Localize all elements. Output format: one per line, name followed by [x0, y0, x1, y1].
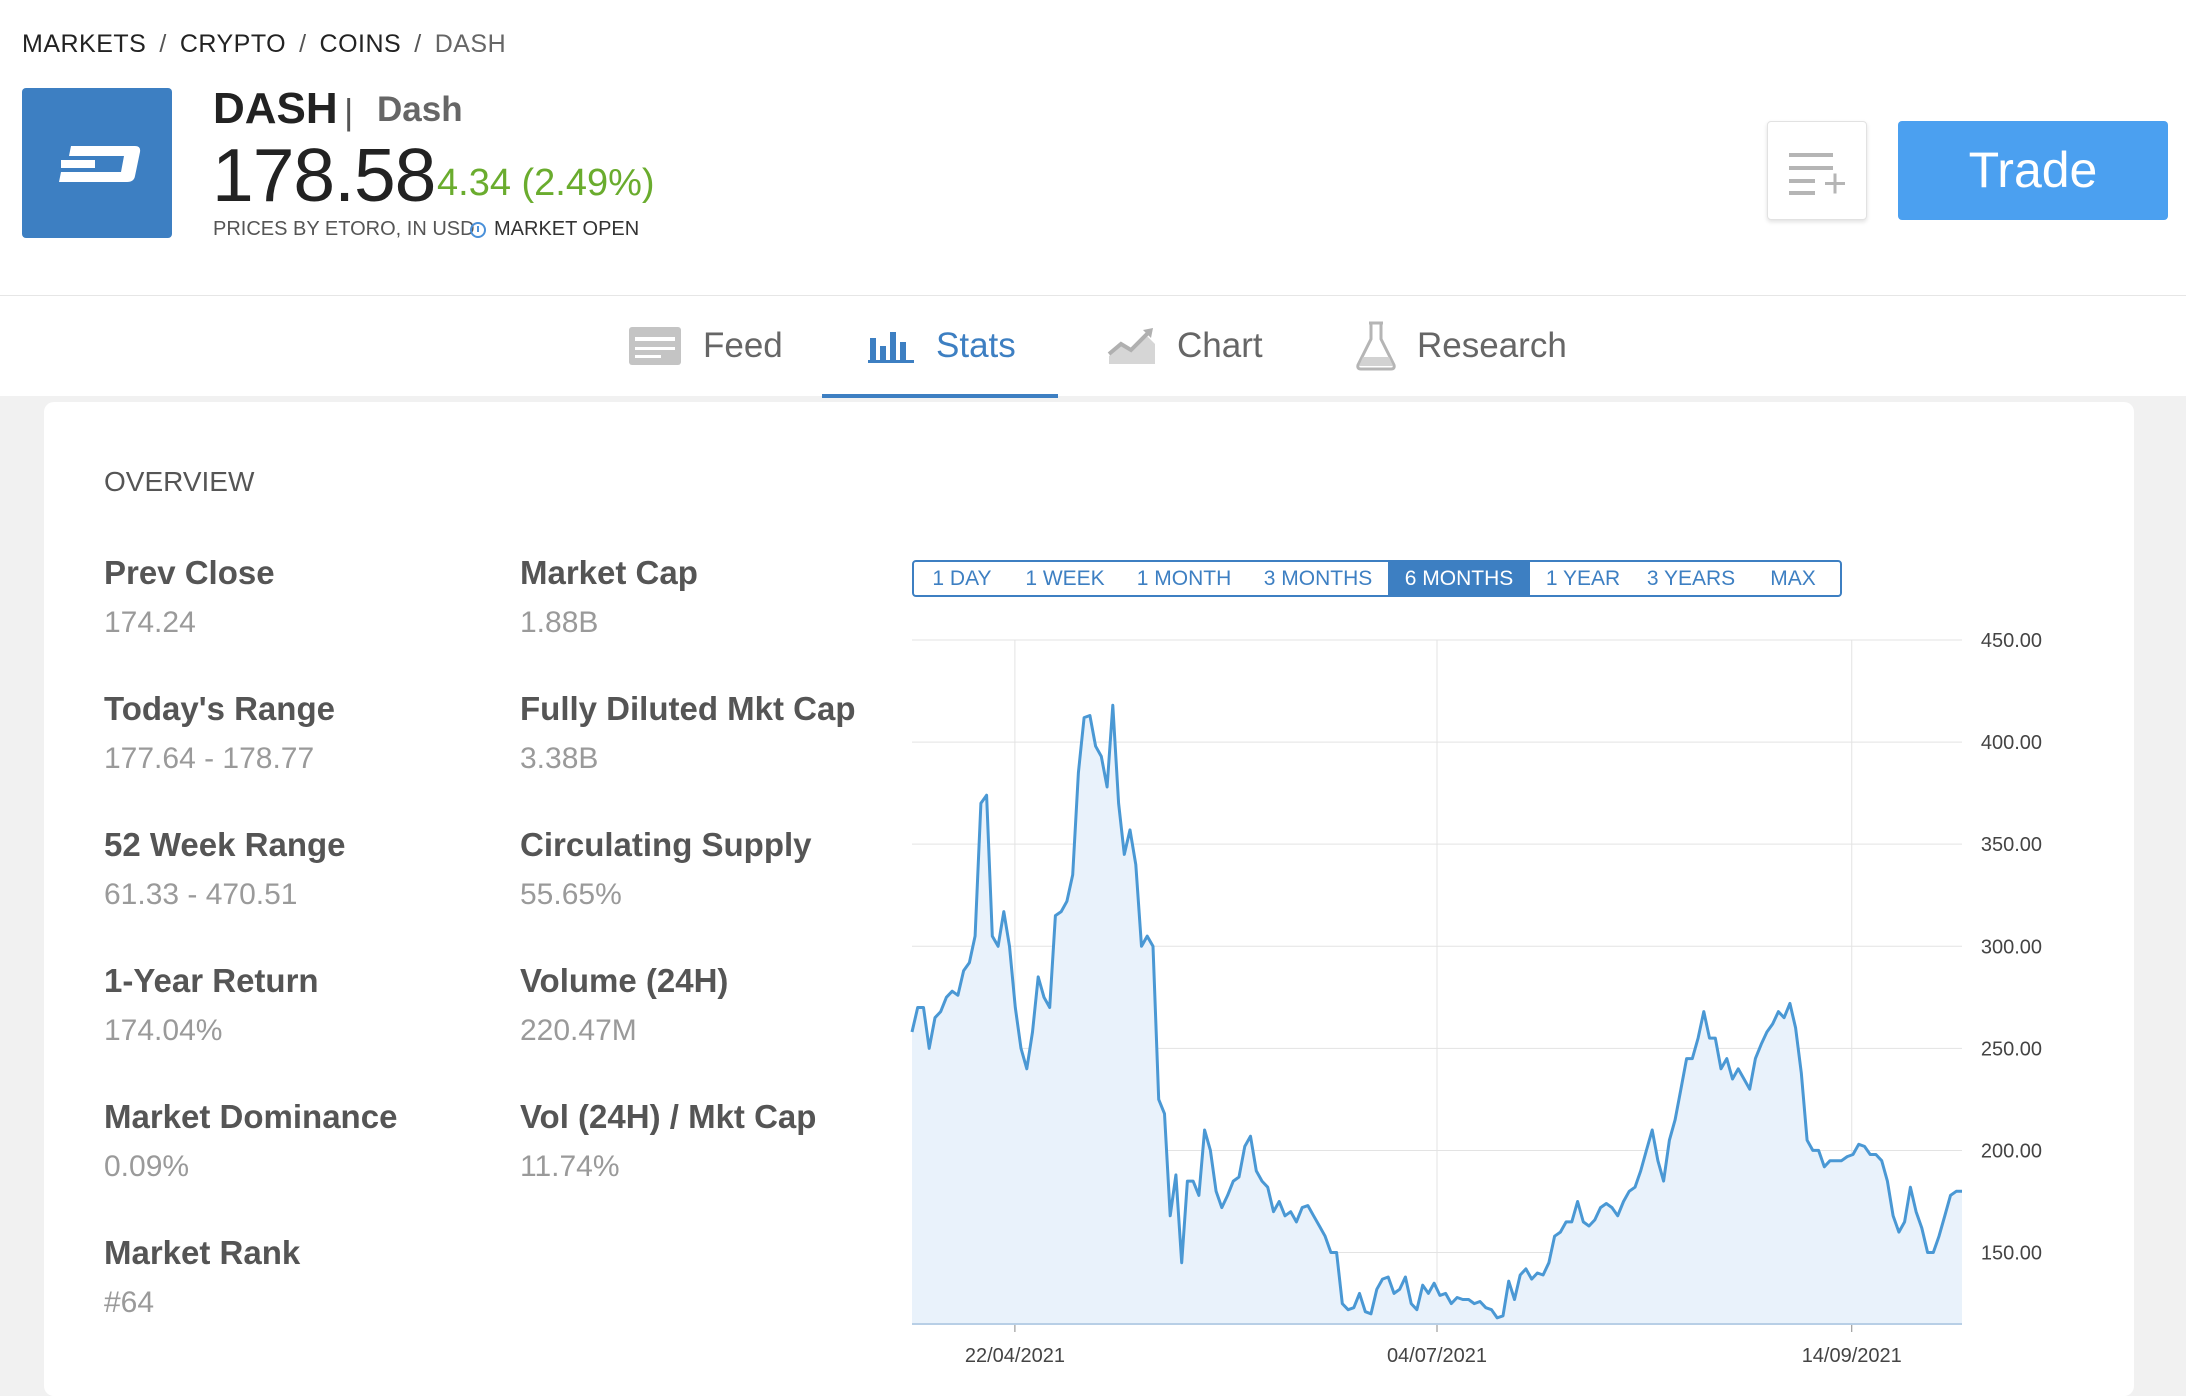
instrument-name: Dash [377, 90, 463, 129]
breadcrumb-current: DASH [434, 30, 507, 58]
stat-label-vol-mkt-cap: Vol (24H) / Mkt Cap [520, 1098, 817, 1135]
market-status-label: MARKET OPEN [494, 218, 640, 240]
market-status: MARKET OPEN [470, 218, 639, 241]
stat-value-1-year-return: 174.04% [104, 1014, 223, 1047]
y-tick-label: 400.00 [1981, 732, 2042, 754]
stat-label-volume-24h: Volume (24H) [520, 962, 729, 999]
range-1-month[interactable]: 1 MONTH [1120, 562, 1248, 595]
price-change: 4.34 (2.49%) [437, 162, 655, 204]
range-1-year[interactable]: 1 YEAR [1530, 562, 1636, 595]
breadcrumb-separator: / [159, 30, 167, 58]
stat-value-52-week-range: 61.33 - 470.51 [104, 878, 298, 911]
x-tick-label: 14/09/2021 [1802, 1345, 1902, 1367]
y-tick-label: 300.00 [1981, 936, 2042, 958]
range-6-months[interactable]: 6 MONTHS [1388, 562, 1530, 595]
y-tick-label: 450.00 [1981, 630, 2042, 652]
trend-chart-icon [1107, 328, 1155, 364]
stat-label-market-dominance: Market Dominance [104, 1098, 398, 1135]
add-to-watchlist-button[interactable] [1767, 121, 1867, 220]
y-tick-label: 350.00 [1981, 834, 2042, 856]
flask-icon [1356, 321, 1396, 371]
x-tick-label: 04/07/2021 [1387, 1345, 1487, 1367]
price-chart[interactable]: 150.00 200.00 250.00 300.00 350.00 400.00 450.… [900, 620, 2100, 1380]
breadcrumb-separator: / [414, 30, 422, 58]
add-to-watchlist-icon [1789, 153, 1845, 195]
tab-label: Chart [1177, 326, 1263, 365]
breadcrumb-coins[interactable]: COINS [320, 30, 402, 59]
stat-label-todays-range: Today's Range [104, 690, 335, 727]
breadcrumb-separator: / [299, 30, 307, 58]
stat-value-vol-mkt-cap: 11.74% [520, 1150, 620, 1183]
y-tick-label: 150.00 [1981, 1243, 2042, 1265]
prices-source: PRICES BY ETORO, IN USD [213, 218, 475, 240]
stat-value-market-dominance: 0.09% [104, 1150, 190, 1183]
feed-icon [629, 327, 681, 365]
stat-value-prev-close: 174.24 [104, 606, 196, 639]
range-3-years[interactable]: 3 YEARS [1636, 562, 1746, 595]
tab-feed[interactable]: Feed [627, 296, 783, 396]
stat-label-52-week-range: 52 Week Range [104, 826, 346, 863]
stat-label-prev-close: Prev Close [104, 554, 275, 591]
ticker-separator: | [344, 91, 354, 132]
current-price: 178.58 [212, 133, 436, 217]
y-tick-label: 250.00 [1981, 1038, 2042, 1060]
stat-value-market-cap: 1.88B [520, 606, 599, 639]
dash-logo-icon [22, 88, 172, 238]
time-range-selector: 1 DAY 1 WEEK 1 MONTH 3 MONTHS 6 MONTHS 1… [912, 560, 1842, 597]
stat-label-fully-diluted-mkt-cap: Fully Diluted Mkt Cap [520, 690, 856, 727]
stat-label-market-cap: Market Cap [520, 554, 698, 591]
stat-label-circulating-supply: Circulating Supply [520, 826, 812, 863]
range-1-day[interactable]: 1 DAY [914, 562, 1010, 595]
stat-label-1-year-return: 1-Year Return [104, 962, 319, 999]
stat-value-todays-range: 177.64 - 178.77 [104, 742, 315, 775]
clock-icon [470, 221, 486, 238]
tab-stats[interactable]: Stats [868, 296, 1016, 396]
stat-value-circulating-supply: 55.65% [520, 878, 622, 911]
breadcrumb-markets[interactable]: MARKETS [22, 30, 146, 59]
stat-value-fully-diluted-mkt-cap: 3.38B [520, 742, 599, 775]
tab-label: Research [1417, 326, 1567, 365]
tab-bar: Feed Stats Chart Research [0, 296, 2186, 396]
tab-research[interactable]: Research [1355, 296, 1567, 396]
bar-chart-icon [868, 332, 914, 363]
tab-chart[interactable]: Chart [1107, 296, 1263, 396]
active-tab-indicator [822, 394, 1058, 398]
stat-value-market-rank: #64 [104, 1286, 155, 1319]
range-1-week[interactable]: 1 WEEK [1010, 562, 1120, 595]
trade-button[interactable]: Trade [1898, 121, 2168, 220]
breadcrumb: MARKETS / CRYPTO / COINS / DASH [22, 30, 506, 59]
tab-label: Stats [936, 326, 1016, 365]
overview-title: OVERVIEW [104, 466, 255, 497]
breadcrumb-crypto[interactable]: CRYPTO [180, 30, 286, 59]
stat-value-volume-24h: 220.47M [520, 1014, 637, 1047]
y-tick-label: 200.00 [1981, 1140, 2042, 1162]
instrument-ticker: DASH [213, 84, 338, 133]
stat-label-market-rank: Market Rank [104, 1234, 301, 1271]
range-max[interactable]: MAX [1746, 562, 1840, 595]
tab-label: Feed [703, 326, 783, 365]
x-tick-label: 22/04/2021 [965, 1345, 1065, 1367]
instrument-header: MARKETS / CRYPTO / COINS / DASH DASH | Dash 17… [0, 0, 2186, 297]
range-3-months[interactable]: 3 MONTHS [1248, 562, 1388, 595]
